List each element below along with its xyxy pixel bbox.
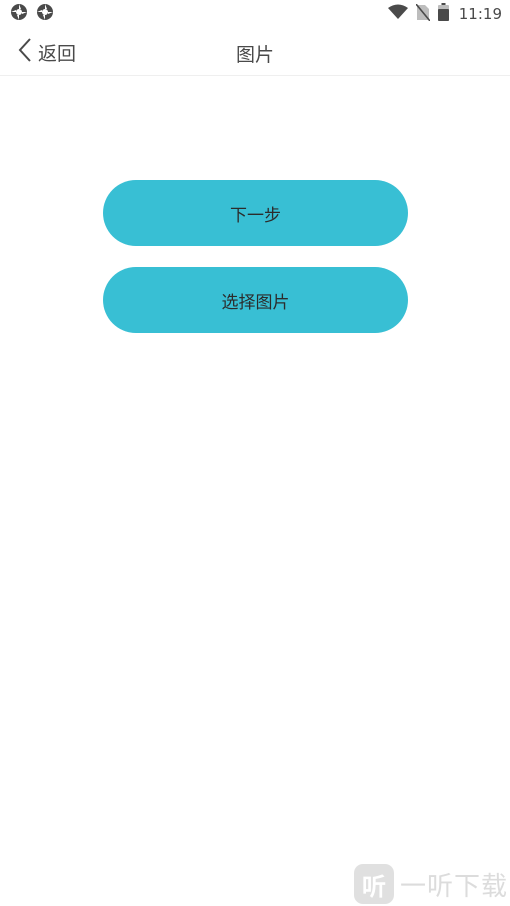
page-title: 图片 xyxy=(235,44,274,66)
wifi-icon xyxy=(387,4,408,24)
back-button[interactable]: 返回 xyxy=(18,36,76,68)
next-step-button[interactable]: 下一步 xyxy=(103,180,408,246)
back-label: 返回 xyxy=(38,42,77,65)
screen: 11:19 返回 图片 下一步 选择图片 听 一听下载 xyxy=(0,0,510,906)
no-sim-icon xyxy=(415,2,431,25)
aperture-icon xyxy=(36,3,54,25)
choose-image-button[interactable]: 选择图片 xyxy=(103,267,408,333)
aperture-icon xyxy=(10,3,28,25)
watermark: 听 一听下载 xyxy=(353,864,508,904)
battery-icon xyxy=(437,3,449,25)
status-right-icons: 11:19 xyxy=(387,2,502,25)
watermark-logo: 听 xyxy=(353,864,394,904)
watermark-text: 一听下载 xyxy=(399,871,508,902)
status-time: 11:19 xyxy=(458,5,502,23)
status-left-icons xyxy=(10,3,54,25)
chevron-left-icon xyxy=(18,37,32,67)
nav-bar: 返回 图片 xyxy=(0,28,510,76)
status-bar: 11:19 xyxy=(0,0,510,28)
